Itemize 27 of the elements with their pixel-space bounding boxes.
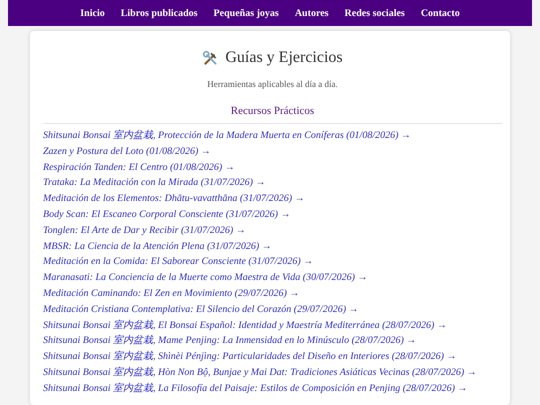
resource-link[interactable]: Zazen y Postura del Loto (01/08/2026) → bbox=[43, 144, 211, 160]
resource-link[interactable]: Shitsunai Bonsai 室内盆栽, Protección de la Madera Muerta en Coníferas (01/08/2026) → bbox=[43, 128, 411, 144]
nav-link[interactable]: Pequeñas joyas bbox=[206, 8, 287, 18]
resource-link[interactable]: Shitsunai Bonsai 室内盆栽, Shìnèi Pénjìng: Particularidades del Diseño en Interiores (28/07/2026) → bbox=[43, 349, 456, 365]
section-title: Recursos Prácticos bbox=[43, 105, 502, 124]
nav-link[interactable]: Contacto bbox=[412, 8, 468, 18]
resource-link[interactable]: Meditación de los Elementos: Dhātu-vavatthāna (31/07/2026) → bbox=[43, 191, 305, 207]
resource-link[interactable]: Meditación en la Comida: El Saborear Consciente (31/07/2026) → bbox=[43, 254, 314, 270]
tools-icon bbox=[202, 50, 220, 66]
nav-link[interactable]: Libros publicados bbox=[112, 8, 206, 18]
resource-link[interactable]: Shitsunai Bonsai 室内盆栽, Mame Penjing: La Inmensidad en lo Minúsculo (28/07/2026) → bbox=[43, 333, 416, 350]
resource-link[interactable]: Shitsunai Bonsai 室内盆栽, La Filosofía del Paisaje: Estilos de Composición en Penjing (28/07/2026) → bbox=[43, 380, 468, 397]
resource-link[interactable]: Trataka: La Meditación con la Mirada (31/07/2026) → bbox=[43, 175, 266, 192]
resource-link[interactable]: Meditación Caminando: El Zen en Movimiento (29/07/2026) → bbox=[43, 286, 300, 302]
resource-link[interactable]: Shitsunai Bonsai 室内盆栽, Hòn Non Bộ, Bunjae y Mai Dat: Tradiciones Asiáticas Vecinas (28/07/2026) → bbox=[43, 364, 477, 381]
resource-link[interactable]: Respiración Tanden: El Centro (01/08/2026) → bbox=[43, 160, 235, 176]
resource-link[interactable]: Meditación Cristiana Contemplativa: El Silencio del Corazón (29/07/2026) → bbox=[43, 302, 359, 318]
nav-link[interactable]: Redes sociales bbox=[336, 8, 413, 18]
resource-link[interactable]: Body Scan: El Escaneo Corporal Consciente (31/07/2026) → bbox=[43, 206, 290, 223]
resource-link[interactable]: Maranasati: La Conciencia de la Muerte como Maestra de Vida (30/07/2026) → bbox=[43, 270, 368, 286]
resource-link[interactable]: MBSR: La Ciencia de la Atención Plena (31/07/2026) → bbox=[43, 238, 272, 254]
page-title: Guías y Ejercicios bbox=[225, 49, 343, 67]
nav-link[interactable]: Inicio bbox=[72, 8, 113, 18]
resource-link[interactable]: Tonglen: El Arte de Dar y Recibir (31/07/2026) → bbox=[43, 222, 246, 239]
nav-link[interactable]: Autores bbox=[286, 8, 337, 18]
resource-link[interactable]: Shitsunai Bonsai 室内盆栽, El Bonsai Español: Identidad y Maestría Mediterránea (28/07/2026) → bbox=[43, 318, 447, 334]
page-subtitle: Herramientas aplicables al día a día. bbox=[206, 79, 339, 89]
